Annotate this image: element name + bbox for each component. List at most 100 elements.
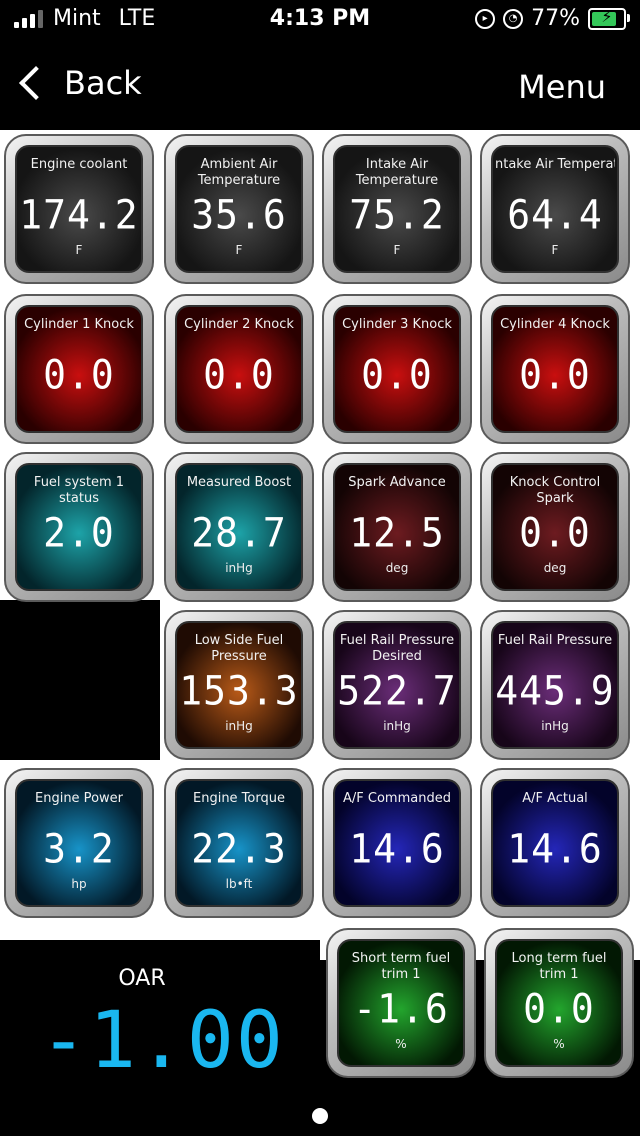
gauge-label: Fuel Rail Pressure bbox=[497, 633, 613, 648]
gauge-unit: inHg bbox=[225, 719, 253, 733]
gauge-value: -1.6 bbox=[353, 985, 449, 1033]
gauge-label: Cylinder 2 Knock bbox=[184, 317, 294, 332]
gauge-label: A/F Actual bbox=[522, 791, 588, 806]
gauge-face: Engine coolant 174.2 F bbox=[15, 145, 143, 273]
gauge-tile[interactable]: Spark Advance 12.5 deg bbox=[322, 452, 472, 602]
gauge-value: 3.2 bbox=[43, 825, 115, 873]
gauge-label: Knock Control Spark bbox=[509, 475, 601, 506]
gauge-value: 522.7 bbox=[337, 667, 457, 715]
gauge-unit: inHg bbox=[541, 719, 569, 733]
gauge-value: 0.0 bbox=[519, 351, 591, 399]
gauge-value: 0.0 bbox=[43, 351, 115, 399]
gauge-value: 35.6 bbox=[191, 191, 287, 239]
orientation-lock-icon: ▸ bbox=[475, 8, 496, 29]
gauge-unit: lb•ft bbox=[225, 877, 253, 891]
gauge-tile[interactable]: Cylinder 3 Knock 0.0 bbox=[322, 294, 472, 444]
gauge-tile[interactable]: Measured Boost 28.7 inHg bbox=[164, 452, 314, 602]
gauge-label: Cylinder 4 Knock bbox=[500, 317, 610, 332]
gauge-label: Engine Power bbox=[35, 791, 123, 806]
gauge-value: 0.0 bbox=[523, 985, 595, 1033]
gauge-face: Engine Torque 22.3 lb•ft bbox=[175, 779, 303, 907]
status-right: ▸ ◔ 77% ⚡ bbox=[475, 6, 630, 31]
alarm-icon: ◔ bbox=[503, 8, 524, 29]
gauge-tile[interactable]: Engine Torque 22.3 lb•ft bbox=[164, 768, 314, 918]
gauge-face: Fuel Rail Pressure Desired 522.7 inHg bbox=[333, 621, 461, 749]
gauge-tile[interactable]: Fuel Rail Pressure Desired 522.7 inHg bbox=[322, 610, 472, 760]
gauge-face: Intake Air Temperature 75.2 F bbox=[333, 145, 461, 273]
gauge-tile[interactable]: Knock Control Spark 0.0 deg bbox=[480, 452, 630, 602]
gauge-unit: inHg bbox=[383, 719, 411, 733]
gauge-value: 12.5 bbox=[349, 509, 445, 557]
gauge-value: 22.3 bbox=[191, 825, 287, 873]
navigation-bar: Back Menu bbox=[0, 50, 640, 120]
gauge-tile[interactable]: Cylinder 2 Knock 0.0 bbox=[164, 294, 314, 444]
gauge-value: 0.0 bbox=[203, 351, 275, 399]
back-button[interactable]: Back bbox=[16, 64, 142, 102]
gauge-face: Low Side Fuel Pressure 153.3 inHg bbox=[175, 621, 303, 749]
oar-label: OAR bbox=[118, 966, 166, 991]
status-bar: Mint LTE 4:13 PM ▸ ◔ 77% ⚡ bbox=[0, 0, 640, 40]
gauge-tile[interactable]: Engine Power 3.2 hp bbox=[4, 768, 154, 918]
gauge-tile[interactable]: Low Side Fuel Pressure 153.3 inHg bbox=[164, 610, 314, 760]
gauge-face: Spark Advance 12.5 deg bbox=[333, 463, 461, 591]
gauge-face: Ambient Air Temperature 35.6 F bbox=[175, 145, 303, 273]
gauge-label: Cylinder 3 Knock bbox=[342, 317, 452, 332]
gauge-face: Long term fuel trim 1 0.0% bbox=[495, 939, 623, 1067]
gauge-face: Knock Control Spark 0.0 deg bbox=[491, 463, 619, 591]
gauge-value: 28.7 bbox=[191, 509, 287, 557]
gauge-tile[interactable]: Intake Air Temperature 75.2 F bbox=[322, 134, 472, 284]
oar-panel: OAR -1.00 bbox=[0, 940, 320, 1090]
oar-value: -1.00 bbox=[40, 996, 285, 1086]
gauge-unit: % bbox=[553, 1037, 565, 1051]
gauge-unit: F bbox=[235, 243, 243, 257]
gauge-grid: Engine coolant 174.2 F Ambient Air Temperat… bbox=[0, 130, 640, 1078]
battery-percent: 77% bbox=[531, 6, 580, 31]
gauge-unit: % bbox=[395, 1037, 407, 1051]
gauge-face: A/F Actual 14.6 bbox=[491, 779, 619, 907]
gauge-tile[interactable]: Ambient Air Temperature 35.6 F bbox=[164, 134, 314, 284]
gauge-value: 0.0 bbox=[519, 509, 591, 557]
gauge-unit: hp bbox=[71, 877, 87, 891]
gauge-label: Engine Torque bbox=[193, 791, 285, 806]
gauge-label: Short term fuel trim 1 bbox=[351, 951, 451, 982]
gauge-face: Fuel system 1 status 2.0 bbox=[15, 463, 143, 591]
gauge-label: A/F Commanded bbox=[343, 791, 451, 806]
menu-button[interactable]: Menu bbox=[518, 68, 606, 106]
gauge-label: Fuel system 1 status bbox=[33, 475, 125, 506]
gauge-face: Cylinder 4 Knock 0.0 bbox=[491, 305, 619, 433]
gauge-face: Short term fuel trim 1 -1.6% bbox=[337, 939, 465, 1067]
gauge-value: 64.4 bbox=[507, 191, 603, 239]
gauge-face: Engine Power 3.2 hp bbox=[15, 779, 143, 907]
gauge-tile[interactable]: Long term fuel trim 1 0.0% bbox=[484, 928, 634, 1078]
gauge-face: Cylinder 3 Knock 0.0 bbox=[333, 305, 461, 433]
gauge-face: A/F Commanded 14.6 bbox=[333, 779, 461, 907]
gauge-tile[interactable]: Engine coolant 174.2 F bbox=[4, 134, 154, 284]
gauge-tile[interactable]: Fuel Rail Pressure 445.9 inHg bbox=[480, 610, 630, 760]
empty-cell bbox=[0, 600, 160, 760]
gauge-label: Low Side Fuel Pressure bbox=[194, 633, 284, 664]
gauge-unit: F bbox=[75, 243, 83, 257]
gauge-tile[interactable]: Fuel system 1 status 2.0 bbox=[4, 452, 154, 602]
gauge-value: 2.0 bbox=[43, 509, 115, 557]
gauge-face: Measured Boost 28.7 inHg bbox=[175, 463, 303, 591]
gauge-value: 14.6 bbox=[507, 825, 603, 873]
gauge-unit: deg bbox=[385, 561, 409, 575]
page-indicator-dot[interactable] bbox=[312, 1108, 328, 1124]
gauge-tile[interactable]: Short term fuel trim 1 -1.6% bbox=[326, 928, 476, 1078]
gauge-label: ntake Air Temperatur 2 bbox=[495, 157, 615, 172]
gauge-unit: deg bbox=[543, 561, 567, 575]
gauge-tile[interactable]: A/F Actual 14.6 bbox=[480, 768, 630, 918]
gauge-tile[interactable]: A/F Commanded 14.6 bbox=[322, 768, 472, 918]
gauge-tile[interactable]: ntake Air Temperatur 2 64.4 F bbox=[480, 134, 630, 284]
gauge-label: Long term fuel trim 1 bbox=[511, 951, 607, 982]
back-label: Back bbox=[64, 64, 142, 102]
gauge-value: 174.2 bbox=[19, 191, 139, 239]
gauge-unit: inHg bbox=[225, 561, 253, 575]
battery-charging-icon: ⚡ bbox=[588, 7, 630, 30]
gauge-tile[interactable]: Cylinder 4 Knock 0.0 bbox=[480, 294, 630, 444]
gauge-label: Spark Advance bbox=[348, 475, 446, 490]
gauge-value: 0.0 bbox=[361, 351, 433, 399]
gauge-unit: F bbox=[551, 243, 559, 257]
chevron-left-icon bbox=[19, 66, 53, 100]
gauge-tile[interactable]: Cylinder 1 Knock 0.0 bbox=[4, 294, 154, 444]
